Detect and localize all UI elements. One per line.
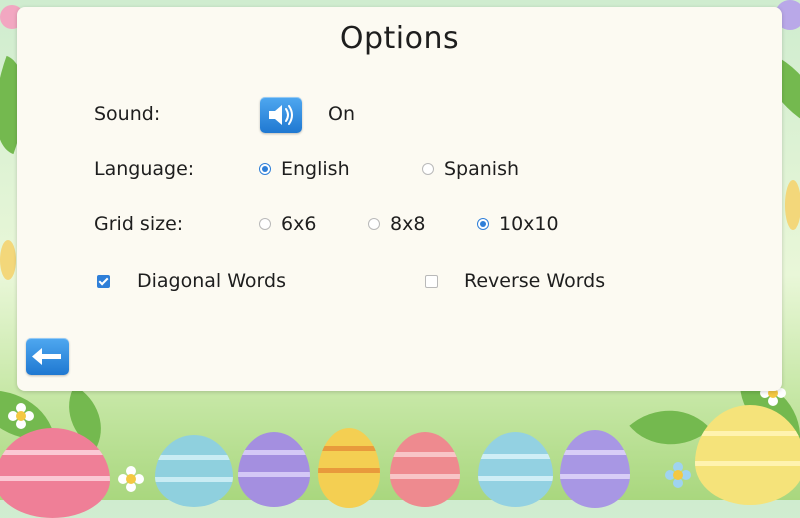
diagonal-words-checkbox[interactable] (97, 274, 110, 288)
grid-size-label: Grid size: (94, 213, 184, 235)
language-option-english[interactable]: English (259, 158, 350, 180)
language-label: Language: (94, 158, 195, 180)
grid-6x6-label: 6x6 (281, 213, 317, 235)
english-radio[interactable] (259, 163, 271, 175)
sound-value: On (328, 103, 355, 125)
grid-option-10x10[interactable]: 10x10 (477, 213, 559, 235)
easter-egg-purple (238, 432, 310, 507)
easter-egg-blue (155, 435, 233, 507)
spanish-label: Spanish (444, 158, 520, 180)
back-arrow-icon (32, 348, 61, 365)
sound-toggle-button[interactable] (260, 97, 302, 133)
options-panel: Options Sound: On Language: English Span… (17, 7, 782, 391)
english-label: English (281, 158, 350, 180)
reverse-words-checkbox[interactable] (425, 274, 438, 288)
diagonal-words-option[interactable]: Diagonal Words (97, 270, 286, 292)
easter-egg-yellow-2 (695, 405, 800, 505)
page-title: Options (339, 21, 460, 56)
grid-option-8x8[interactable]: 8x8 (368, 213, 425, 235)
diagonal-words-label: Diagonal Words (137, 270, 286, 292)
grid-8x8-radio[interactable] (368, 218, 380, 230)
grid-8x8-label: 8x8 (390, 213, 426, 235)
grid-10x10-radio[interactable] (477, 218, 489, 230)
easter-egg-blue-2 (478, 432, 553, 507)
back-button[interactable] (26, 338, 69, 375)
easter-egg-purple-2 (560, 430, 630, 508)
reverse-words-option[interactable]: Reverse Words (425, 270, 605, 292)
spanish-radio[interactable] (422, 163, 434, 175)
speaker-icon (269, 105, 293, 125)
easter-egg-coral (390, 432, 460, 507)
reverse-words-label: Reverse Words (464, 270, 606, 292)
grid-10x10-label: 10x10 (499, 213, 559, 235)
sound-label: Sound: (94, 103, 161, 125)
grid-option-6x6[interactable]: 6x6 (259, 213, 316, 235)
easter-egg-yellow (318, 428, 380, 508)
grid-6x6-radio[interactable] (259, 218, 271, 230)
language-option-spanish[interactable]: Spanish (422, 158, 519, 180)
